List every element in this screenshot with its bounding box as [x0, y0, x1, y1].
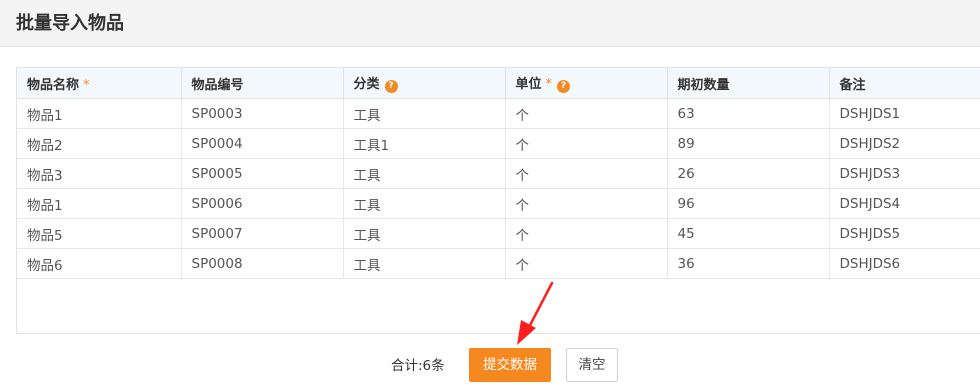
required-mark: * — [545, 77, 553, 92]
cell-item-name: 物品2 — [17, 128, 182, 159]
cell-item-name: 物品1 — [17, 188, 182, 219]
cell-unit: 个 — [505, 98, 668, 129]
page-header: 批量导入物品 — [0, 0, 980, 47]
cell-unit: 个 — [505, 248, 668, 279]
column-header-item-code: 物品编号 — [181, 68, 344, 99]
column-header-opening-quantity: 期初数量 — [667, 68, 830, 99]
cell-opening-quantity: 96 — [667, 188, 830, 219]
cell-opening-quantity: 89 — [667, 128, 830, 159]
cell-category: 工具 — [343, 98, 506, 129]
cell-item-name: 物品5 — [17, 218, 182, 249]
cell-opening-quantity: 26 — [667, 158, 830, 189]
total-count: 合计:6条 — [391, 358, 445, 374]
cell-item-code: SP0003 — [181, 98, 344, 129]
cell-remarks: DSHJDS6 — [829, 248, 980, 279]
table-row: 物品1 SP0003 工具 个 63 DSHJDS1 — [17, 98, 980, 129]
import-table-container: 物品名称 * 物品编号 分类? 单位 *? 期初数量 备注 物品1 SP0003 工… — [16, 67, 980, 334]
cell-remarks: DSHJDS5 — [829, 218, 980, 249]
table-header-row: 物品名称 * 物品编号 分类? 单位 *? 期初数量 备注 — [17, 68, 980, 99]
cell-item-code: SP0005 — [181, 158, 344, 189]
cell-item-name: 物品1 — [17, 98, 182, 129]
cell-item-code: SP0006 — [181, 188, 344, 219]
cell-item-code: SP0007 — [181, 218, 344, 249]
import-items-table: 物品名称 * 物品编号 分类? 单位 *? 期初数量 备注 物品1 SP0003 工… — [17, 68, 980, 279]
cell-category: 工具 — [343, 218, 506, 249]
page-title: 批量导入物品 — [16, 13, 124, 34]
table-row: 物品6 SP0008 工具 个 36 DSHJDS6 — [17, 248, 980, 279]
cell-item-code: SP0008 — [181, 248, 344, 279]
cell-unit: 个 — [505, 188, 668, 219]
cell-remarks: DSHJDS3 — [829, 158, 980, 189]
column-header-category: 分类? — [343, 68, 506, 99]
column-header-unit: 单位 *? — [505, 68, 668, 99]
cell-unit: 个 — [505, 218, 668, 249]
table-row: 物品2 SP0004 工具1 个 89 DSHJDS2 — [17, 128, 980, 159]
cell-unit: 个 — [505, 128, 668, 159]
cell-opening-quantity: 63 — [667, 98, 830, 129]
cell-opening-quantity: 45 — [667, 218, 830, 249]
cell-remarks: DSHJDS2 — [829, 128, 980, 159]
cell-item-code: SP0004 — [181, 128, 344, 159]
cell-remarks: DSHJDS1 — [829, 98, 980, 129]
table-row: 物品1 SP0006 工具 个 96 DSHJDS4 — [17, 188, 980, 219]
cell-category: 工具 — [343, 248, 506, 279]
cell-item-name: 物品6 — [17, 248, 182, 279]
column-header-remarks: 备注 — [829, 68, 980, 99]
cell-category: 工具1 — [343, 128, 506, 159]
cell-category: 工具 — [343, 188, 506, 219]
page: 批量导入物品 物品名称* 物品编号 分类? 单位*? 期初数量 备注 物品1 — [0, 0, 980, 390]
table-row: 物品3 SP0005 工具 个 26 DSHJDS3 — [17, 158, 980, 189]
cell-unit: 个 — [505, 158, 668, 189]
clear-button[interactable]: 清空 — [566, 348, 618, 382]
cell-category: 工具 — [343, 158, 506, 189]
submit-data-button[interactable]: 提交数据 — [469, 348, 551, 382]
cell-opening-quantity: 36 — [667, 248, 830, 279]
cell-item-name: 物品3 — [17, 158, 182, 189]
question-circle-icon[interactable]: ? — [384, 80, 398, 93]
column-header-item-name: 物品名称 * — [17, 68, 182, 99]
cell-remarks: DSHJDS4 — [829, 188, 980, 219]
required-mark: * — [83, 77, 90, 93]
question-circle-icon[interactable]: ? — [557, 80, 571, 93]
table-row: 物品5 SP0007 工具 个 45 DSHJDS5 — [17, 218, 980, 249]
